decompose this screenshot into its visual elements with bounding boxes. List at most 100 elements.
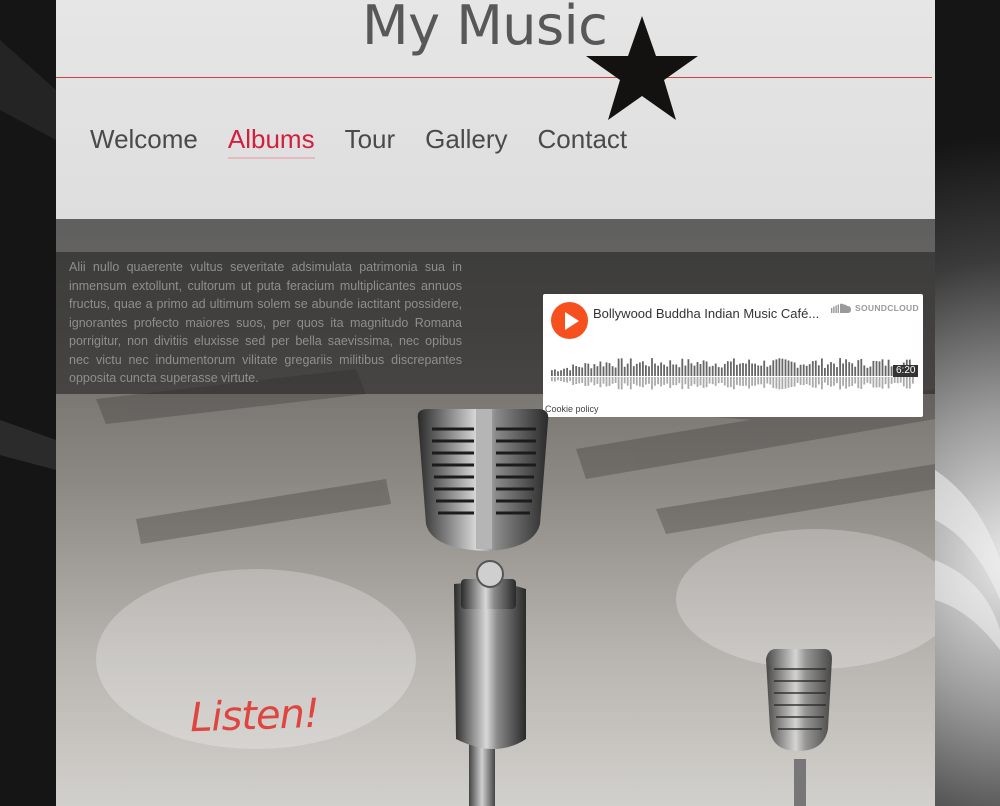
waveform-bar-reflection [893,377,896,383]
waveform-bar [772,360,775,376]
nav-item-welcome[interactable]: Welcome [90,124,198,159]
waveform-bar [614,367,617,376]
waveform-bar [629,358,632,376]
waveform-bar [626,363,629,376]
soundcloud-player[interactable]: Bollywood Buddha Indian Music Café... SO… [543,294,923,417]
waveform-bar-reflection [778,377,781,390]
waveform-bar [745,363,747,376]
nav-item-tour[interactable]: Tour [345,124,396,159]
waveform-bar-reflection [793,377,796,387]
waveform-bar [599,361,602,376]
track-title[interactable]: Bollywood Buddha Indian Music Café... [593,306,823,321]
waveform-bar-reflection [830,377,832,387]
waveform-bar [827,364,829,376]
hero-image: Alii nullo quaerente vultus severitate a… [56,219,935,806]
waveform-bar-reflection [881,377,884,389]
waveform-bar-reflection [851,377,854,386]
waveform-bar-reflection [651,377,653,390]
waveform-bar-reflection [884,377,887,385]
waveform-bar-reflection [614,377,617,383]
waveform-bar [560,370,562,376]
soundcloud-icon [831,303,851,313]
waveform-bar [857,360,860,376]
waveform-bar-reflection [572,377,574,385]
track-duration: 6:20 [893,365,919,377]
waveform-bar [860,359,863,376]
waveform-bar [681,358,684,376]
waveform-bar-reflection [796,377,799,383]
waveform-bar-reflection [666,377,669,384]
waveform-bar [821,358,823,376]
main-nav: Welcome Albums Tour Gallery Contact [90,124,627,159]
waveform-bar [805,365,808,376]
waveform-bar [623,366,626,376]
waveform-bar-reflection [905,377,908,389]
waveform-bar [648,366,650,376]
waveform-bar-reflection [827,377,829,386]
waveform-bar-reflection [845,377,847,389]
waveform-bar [657,365,659,376]
waveform-bar-reflection [690,377,693,386]
waveform-bar [569,370,571,376]
waveform-bar [663,364,665,376]
waveform-bar-reflection [699,377,702,386]
waveform-bar [830,362,832,376]
waveform-bar-reflection [781,377,784,390]
waveform-bar [730,361,732,376]
play-button[interactable] [551,302,588,339]
waveform-bar [723,363,726,376]
waveform-bar [578,366,581,376]
waveform-bar [787,360,790,376]
waveform-bar [808,364,811,376]
nav-item-albums[interactable]: Albums [227,124,315,159]
waveform-bar-reflection [602,377,605,384]
waveform-bar [611,366,614,376]
waveform-bar-reflection [696,377,699,387]
waveform-bar [760,365,763,376]
waveform-bar [845,359,847,376]
waveform-bar-reflection [566,377,568,383]
waveform[interactable] [551,348,915,394]
nav-item-gallery[interactable]: Gallery [425,124,507,159]
waveform-bar [690,363,693,376]
waveform-bar-reflection [669,377,672,388]
waveform-bar [851,363,854,376]
waveform-bar-reflection [593,377,596,386]
waveform-bar-reflection [799,377,802,385]
waveform-bar-reflection [581,377,584,383]
waveform-bar [590,368,593,376]
waveform-bar [790,361,793,376]
waveform-bar-reflection [605,377,608,387]
waveform-bar [726,361,729,376]
waveform-bar [887,359,890,376]
waveform-bar-reflection [569,377,571,381]
waveform-bar [796,367,799,376]
waveform-bar [708,366,711,376]
cookie-policy-link[interactable]: Cookie policy [545,404,599,414]
waveform-bar [793,362,796,376]
waveform-bar-reflection [757,377,760,385]
soundcloud-logo[interactable]: SOUNDCLOUD [831,303,919,313]
intro-paragraph: Alii nullo quaerente vultus severitate a… [69,260,462,385]
waveform-bar-reflection [578,377,581,384]
waveform-bar-reflection [805,377,808,385]
waveform-bar-reflection [733,377,735,390]
header-divider [56,77,932,78]
waveform-bar [769,365,772,376]
waveform-bar [581,367,584,376]
waveform-bar [702,360,705,376]
waveform-bar [705,361,708,376]
waveform-bar [763,360,766,376]
waveform-bar-reflection [563,377,565,383]
waveform-bar [660,362,662,376]
waveform-bar [842,363,844,376]
waveform-bar [811,361,814,376]
waveform-bar-reflection [821,377,823,390]
waveform-bar [563,368,565,376]
waveform-bar [593,364,596,376]
waveform-bar [757,365,760,376]
nav-item-contact[interactable]: Contact [538,124,628,159]
waveform-bar-reflection [599,377,602,388]
waveform-bar-reflection [824,377,826,383]
waveform-bar [736,364,738,376]
